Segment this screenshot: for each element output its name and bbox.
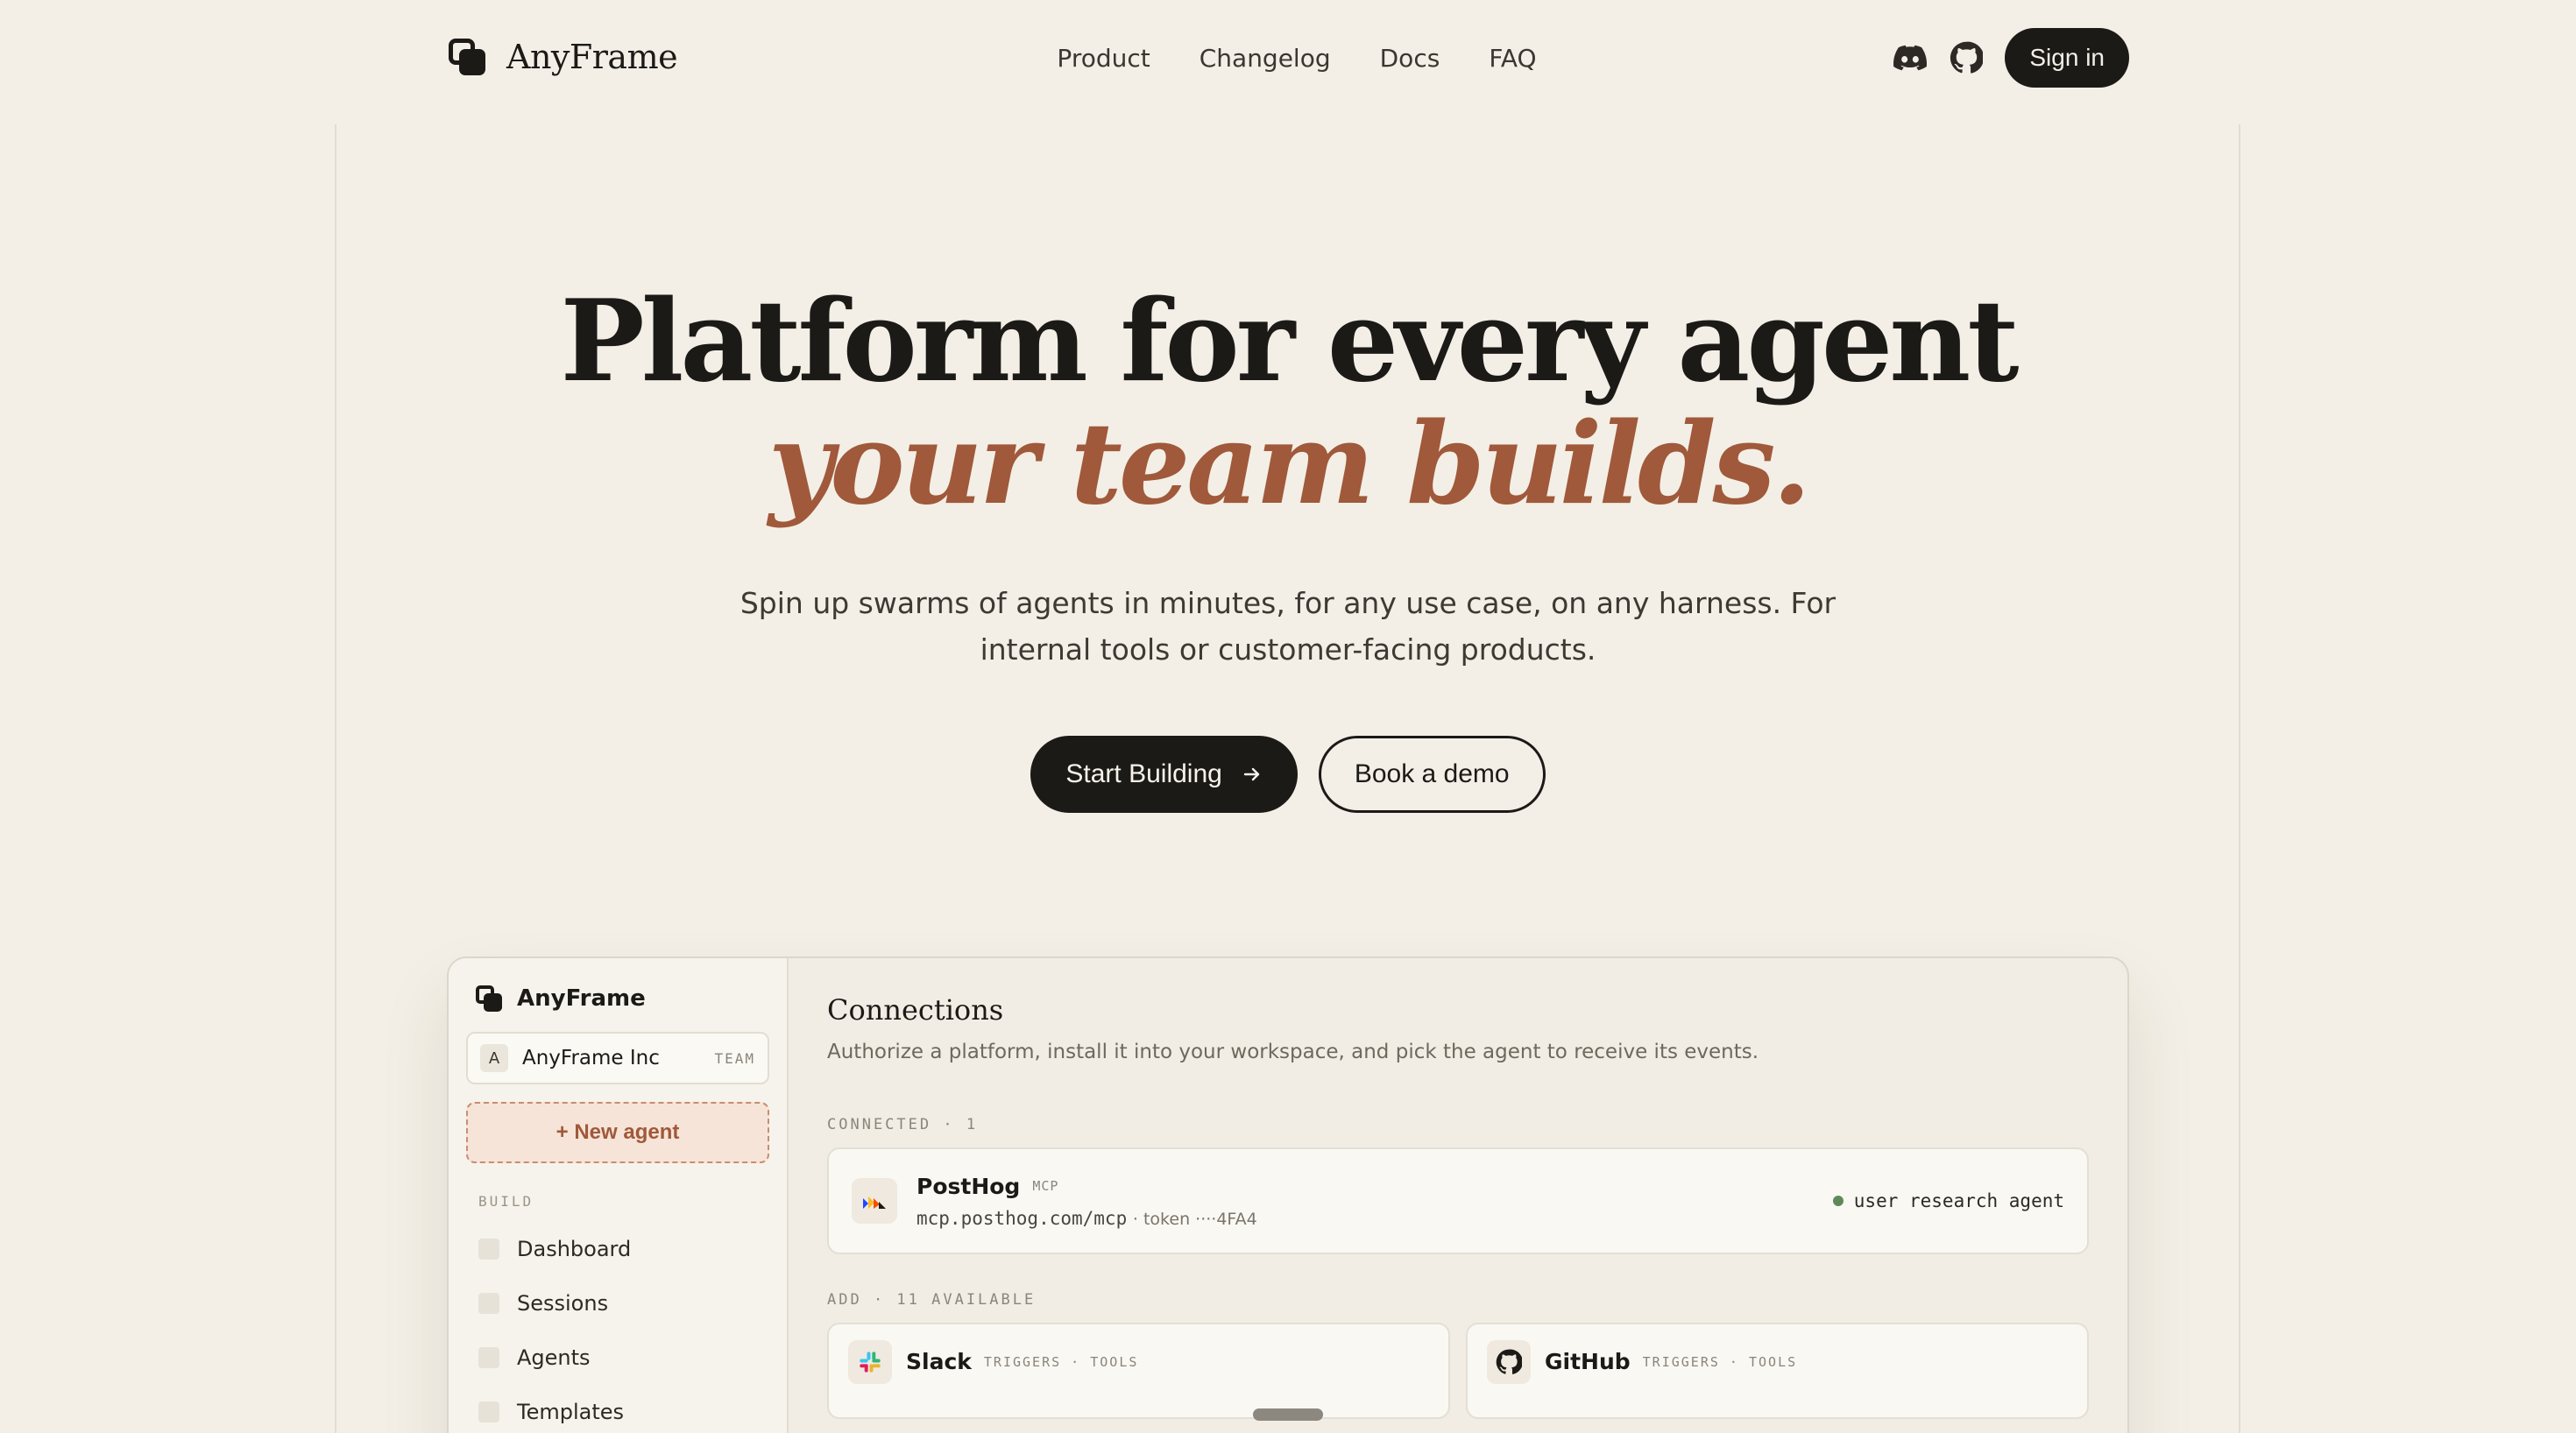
connection-agent-name: user research agent (1853, 1190, 2064, 1211)
sidebar-item-dashboard[interactable]: Dashboard (466, 1222, 769, 1276)
workspace-switcher[interactable]: A AnyFrame Inc TEAM (466, 1032, 769, 1084)
sidebar-item-templates[interactable]: Templates (466, 1385, 769, 1433)
connection-card-posthog[interactable]: PostHog MCP mcp.posthog.com/mcp · token … (827, 1147, 2089, 1254)
start-building-label: Start Building (1065, 759, 1222, 788)
connection-url: mcp.posthog.com/mcp (916, 1207, 1128, 1229)
hero-title-line1: Platform for every agent (560, 276, 2020, 407)
connection-type-tag: MCP (1032, 1178, 1059, 1194)
nav-link-changelog[interactable]: Changelog (1200, 44, 1331, 73)
start-building-button[interactable]: Start Building (1030, 736, 1298, 813)
sidebar-item-label: Dashboard (517, 1237, 632, 1261)
scroll-indicator[interactable] (1253, 1408, 1323, 1421)
connected-label: CONNECTED · 1 (827, 1116, 979, 1133)
integration-tags: TRIGGERS · TOOLS (1642, 1353, 1798, 1370)
workspace-tag: TEAM (714, 1049, 755, 1067)
hero-subtitle: Spin up swarms of agents in minutes, for… (740, 586, 1836, 667)
nav-actions: Sign in (1893, 28, 2129, 88)
sidebar-item-label: Agents (517, 1345, 591, 1370)
integration-card-github[interactable]: GitHub TRIGGERS · TOOLS (1466, 1323, 2089, 1419)
add-label: ADD · 11 AVAILABLE (827, 1291, 1037, 1309)
arrow-right-icon (1243, 767, 1260, 781)
nav-links: Product Changelog Docs FAQ (447, 44, 2129, 73)
app-brand[interactable]: AnyFrame (466, 985, 769, 1013)
sign-in-button[interactable]: Sign in (2005, 28, 2129, 88)
top-nav: AnyFrame Product Changelog Docs FAQ Sign… (447, 28, 2129, 88)
nav-link-product[interactable]: Product (1057, 44, 1150, 73)
integration-name: GitHub (1545, 1349, 1631, 1374)
book-demo-button[interactable]: Book a demo (1318, 736, 1546, 813)
sidebar-item-sessions[interactable]: Sessions (466, 1276, 769, 1331)
workspace-name: AnyFrame Inc (522, 1047, 660, 1069)
integration-card-slack[interactable]: Slack TRIGGERS · TOOLS (827, 1323, 1450, 1419)
dashboard-icon (478, 1239, 499, 1260)
connections-panel: Connections Authorize a platform, instal… (789, 958, 2127, 1433)
workspace-badge: A (480, 1044, 508, 1072)
integration-tags: TRIGGERS · TOOLS (983, 1353, 1139, 1370)
app-brand-name: AnyFrame (517, 985, 646, 1012)
connection-token: · token ····4FA4 (1132, 1209, 1257, 1229)
sidebar-list: Dashboard Sessions Agents Templates (466, 1222, 769, 1433)
sidebar-item-label: Sessions (517, 1291, 609, 1316)
github-icon (1487, 1340, 1531, 1384)
available-integrations: Slack TRIGGERS · TOOLS GitHub TRIGGERS ·… (827, 1323, 2089, 1419)
page-title: Connections (827, 993, 1004, 1027)
nav-link-faq[interactable]: FAQ (1489, 44, 1536, 73)
app-preview: AnyFrame A AnyFrame Inc TEAM + New agent… (447, 957, 2129, 1433)
sidebar-item-agents[interactable]: Agents (466, 1331, 769, 1385)
connection-name: PostHog (916, 1173, 1021, 1199)
agents-icon (478, 1347, 499, 1368)
new-agent-button[interactable]: + New agent (466, 1102, 769, 1163)
github-icon[interactable] (1949, 40, 1984, 75)
sidebar-section-build: BUILD (478, 1193, 534, 1210)
anyframe-logo-icon (475, 985, 503, 1013)
sidebar-item-label: Templates (517, 1400, 625, 1424)
integration-name: Slack (906, 1349, 972, 1374)
posthog-icon (852, 1178, 897, 1224)
nav-link-docs[interactable]: Docs (1380, 44, 1440, 73)
slack-icon (848, 1340, 892, 1384)
app-sidebar: AnyFrame A AnyFrame Inc TEAM + New agent… (449, 958, 789, 1433)
hero: Platform for every agent your team build… (0, 280, 2576, 813)
page-subtitle: Authorize a platform, install it into yo… (827, 1041, 1759, 1063)
hero-ctas: Start Building Book a demo (0, 736, 2576, 813)
connection-agent[interactable]: user research agent (1832, 1190, 2064, 1211)
templates-icon (478, 1401, 499, 1422)
status-dot-icon (1832, 1196, 1844, 1206)
hero-title-line2: your team builds. (768, 399, 1811, 530)
sessions-icon (478, 1293, 499, 1314)
discord-icon[interactable] (1893, 40, 1928, 75)
